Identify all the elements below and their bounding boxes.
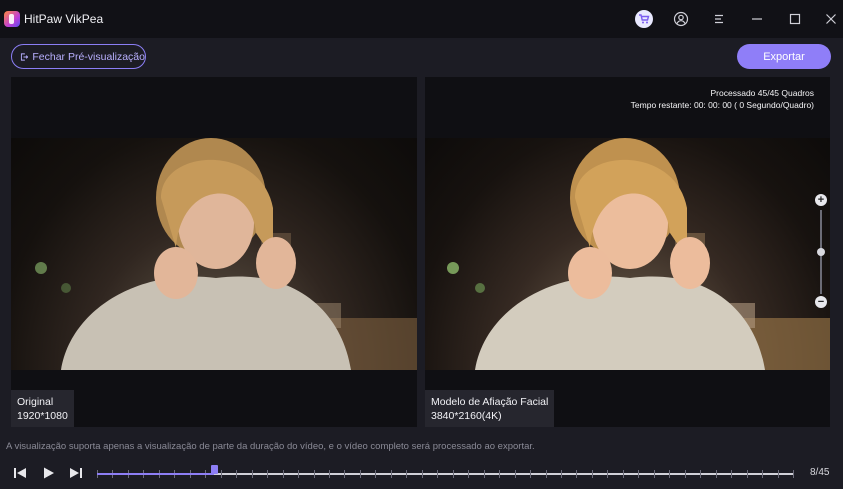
close-icon <box>826 14 836 24</box>
timeline-tick <box>669 470 670 478</box>
processed-frames-text: Processado 45/45 Quadros <box>710 88 814 98</box>
original-caption: Original 1920*1080 <box>11 390 74 427</box>
enhanced-image <box>447 138 830 370</box>
timeline-tick <box>422 470 423 478</box>
timeline-tick <box>267 470 268 478</box>
timeline-tick <box>530 470 531 478</box>
timeline-progress <box>97 473 214 475</box>
zoom-slider[interactable]: + − <box>812 192 830 310</box>
maximize-button[interactable] <box>785 9 805 29</box>
enhanced-video-frame <box>425 138 830 370</box>
timeline-tick <box>685 470 686 478</box>
frame-counter: 8/45 <box>810 467 830 478</box>
timeline-tick <box>453 470 454 478</box>
zoom-in-icon[interactable]: + <box>815 194 827 206</box>
next-frame-button[interactable] <box>67 464 85 482</box>
timeline-tick <box>700 470 701 478</box>
enhanced-caption: Modelo de Afiação Facial 3840*2160(4K) <box>425 390 555 427</box>
timeline-tick <box>592 470 593 478</box>
timeline-tick <box>437 470 438 478</box>
timeline-tick <box>576 470 577 478</box>
play-button[interactable] <box>40 464 58 482</box>
title-bar: HitPaw VikPea <box>0 0 843 38</box>
timeline-tick <box>221 470 222 478</box>
exit-icon <box>20 52 29 61</box>
timeline-tick <box>546 470 547 478</box>
original-video-frame <box>11 138 417 370</box>
user-button[interactable] <box>671 9 691 29</box>
timeline-tick <box>747 470 748 478</box>
timeline-tick <box>391 470 392 478</box>
next-frame-icon <box>70 468 82 478</box>
export-button[interactable]: Exportar <box>737 44 831 69</box>
minimize-icon <box>752 18 762 20</box>
app-logo-icon <box>4 11 20 27</box>
menu-button[interactable] <box>709 9 729 29</box>
close-preview-button[interactable]: Fechar Pré-visualização <box>11 44 146 69</box>
timeline-tick <box>623 470 624 478</box>
enhanced-resolution: 3840*2160(4K) <box>431 410 502 422</box>
cart-icon <box>639 14 650 24</box>
app-title: HitPaw VikPea <box>24 12 104 26</box>
cart-button[interactable] <box>635 10 653 28</box>
timeline-tick <box>762 470 763 478</box>
timeline-slider[interactable] <box>97 465 794 478</box>
timeline-tick <box>468 470 469 478</box>
timeline-tick <box>731 470 732 478</box>
original-label: Original <box>17 396 54 408</box>
playback-controls: 8/45 <box>0 458 843 489</box>
close-preview-label: Fechar Pré-visualização <box>32 50 145 63</box>
timeline-tick <box>298 470 299 478</box>
timeline-tick <box>638 470 639 478</box>
timeline-tick <box>252 470 253 478</box>
enhanced-preview-panel: Processado 45/45 Quadros Tempo restante:… <box>425 77 830 427</box>
timeline-tick <box>778 470 779 478</box>
zoom-out-icon[interactable]: − <box>815 296 827 308</box>
processing-info: Processado 45/45 Quadros Tempo restante:… <box>631 87 814 111</box>
user-icon <box>673 11 689 27</box>
close-window-button[interactable] <box>821 9 841 29</box>
remaining-time-text: Tempo restante: 00: 00: 00 ( 0 Segundo/Q… <box>630 100 814 110</box>
timeline-tick <box>607 470 608 478</box>
timeline-tick <box>360 470 361 478</box>
previous-frame-button[interactable] <box>11 464 29 482</box>
play-icon <box>44 467 54 479</box>
menu-icon <box>715 14 723 24</box>
original-resolution: 1920*1080 <box>17 410 68 422</box>
timeline-tick <box>314 470 315 478</box>
minimize-button[interactable] <box>747 9 767 29</box>
toolbar: Fechar Pré-visualização Exportar <box>0 38 843 76</box>
timeline-playhead[interactable] <box>211 465 218 474</box>
timeline-tick <box>515 470 516 478</box>
timeline-tick <box>283 470 284 478</box>
timeline-tick <box>344 470 345 478</box>
enhanced-label: Modelo de Afiação Facial <box>431 396 549 408</box>
timeline-tick <box>499 470 500 478</box>
maximize-icon <box>789 13 801 25</box>
original-preview-panel: Original 1920*1080 <box>11 77 417 427</box>
timeline-tick <box>654 470 655 478</box>
original-image <box>35 138 417 370</box>
timeline-tick <box>406 470 407 478</box>
timeline-tick <box>375 470 376 478</box>
timeline-tick <box>793 470 794 478</box>
timeline-tick <box>236 470 237 478</box>
timeline-tick <box>716 470 717 478</box>
timeline-tick <box>484 470 485 478</box>
preview-notice: A visualização suporta apenas a visualiz… <box>6 441 535 452</box>
zoom-knob[interactable] <box>817 248 825 256</box>
timeline-tick <box>329 470 330 478</box>
timeline-tick <box>561 470 562 478</box>
previous-frame-icon <box>14 468 26 478</box>
